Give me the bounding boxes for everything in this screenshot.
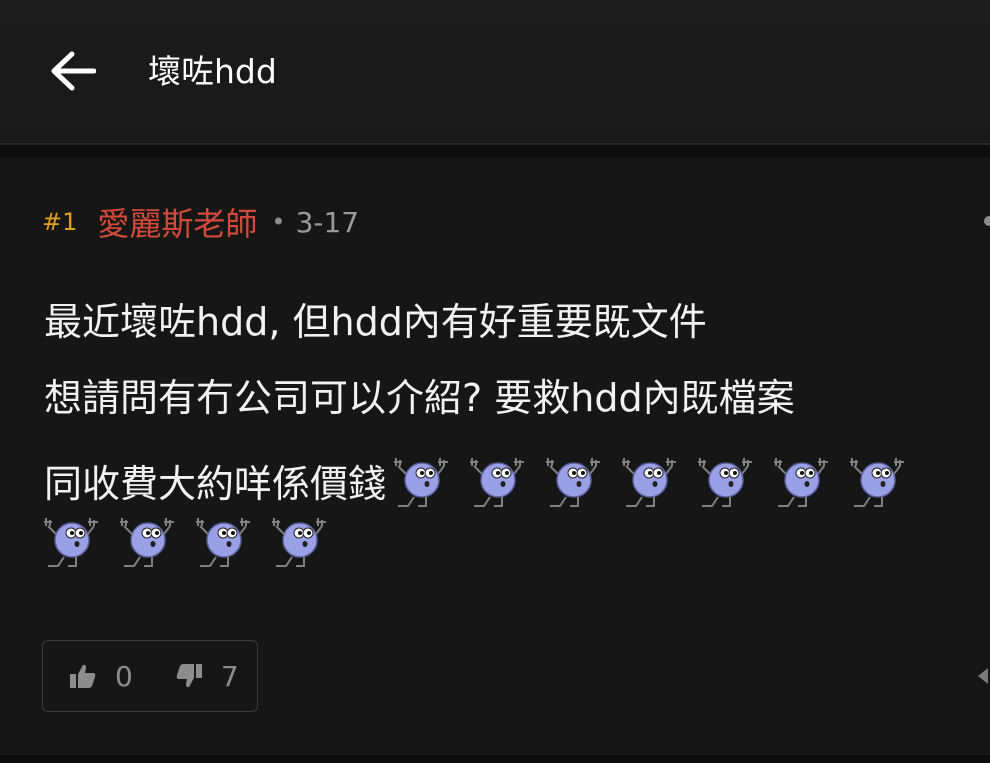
post-meta: #1 愛麗斯老師 • 3-17 — [42, 200, 359, 244]
post-body-line-1: 最近壞咗hdd, 但hdd內有好重要既文件 — [44, 300, 707, 344]
post-body-line-3-text: 同收費大約咩係價錢 — [44, 462, 387, 506]
lm-sticker-icon — [194, 514, 256, 574]
more-options-icon[interactable] — [984, 216, 990, 226]
meta-separator: • — [271, 208, 286, 236]
lm-sticker-icon — [696, 454, 758, 514]
app-header: 壞咗hdd — [0, 0, 990, 143]
arrow-left-icon — [51, 51, 96, 91]
emoji-row-1 — [392, 454, 910, 514]
lm-sticker-icon — [42, 514, 104, 574]
bottom-bar — [0, 755, 990, 763]
lm-sticker-icon — [468, 454, 530, 514]
dislike-button[interactable]: 7 — [175, 660, 239, 693]
post-body-line-3: 同收費大約咩係價錢 — [44, 454, 910, 514]
post-number: #1 — [42, 208, 78, 236]
lm-sticker-icon — [270, 514, 332, 574]
lm-sticker-icon — [392, 454, 454, 514]
dislike-count: 7 — [220, 659, 239, 693]
header-divider — [0, 143, 990, 145]
like-button[interactable]: 0 — [69, 660, 133, 693]
page-title: 壞咗hdd — [148, 52, 277, 91]
thumbs-up-icon — [70, 664, 96, 688]
like-count: 0 — [115, 659, 133, 693]
emoji-row-2 — [42, 514, 332, 574]
lm-sticker-icon — [848, 454, 910, 514]
vote-box: 0 7 — [42, 640, 258, 712]
back-button[interactable] — [40, 40, 106, 102]
thumbs-down-icon — [176, 664, 202, 688]
lm-sticker-icon — [118, 514, 180, 574]
post-date: 3-17 — [295, 205, 360, 239]
lm-sticker-icon — [544, 454, 606, 514]
lm-sticker-icon — [772, 454, 834, 514]
lm-sticker-icon — [620, 454, 682, 514]
caret-left-icon[interactable] — [978, 668, 988, 684]
post-card: #1 愛麗斯老師 • 3-17 最近壞咗hdd, 但hdd內有好重要既文件 想請… — [0, 158, 990, 755]
author-name[interactable]: 愛麗斯老師 — [97, 199, 257, 245]
post-body-line-2: 想請問有冇公司可以介紹? 要救hdd內既檔案 — [44, 376, 795, 420]
